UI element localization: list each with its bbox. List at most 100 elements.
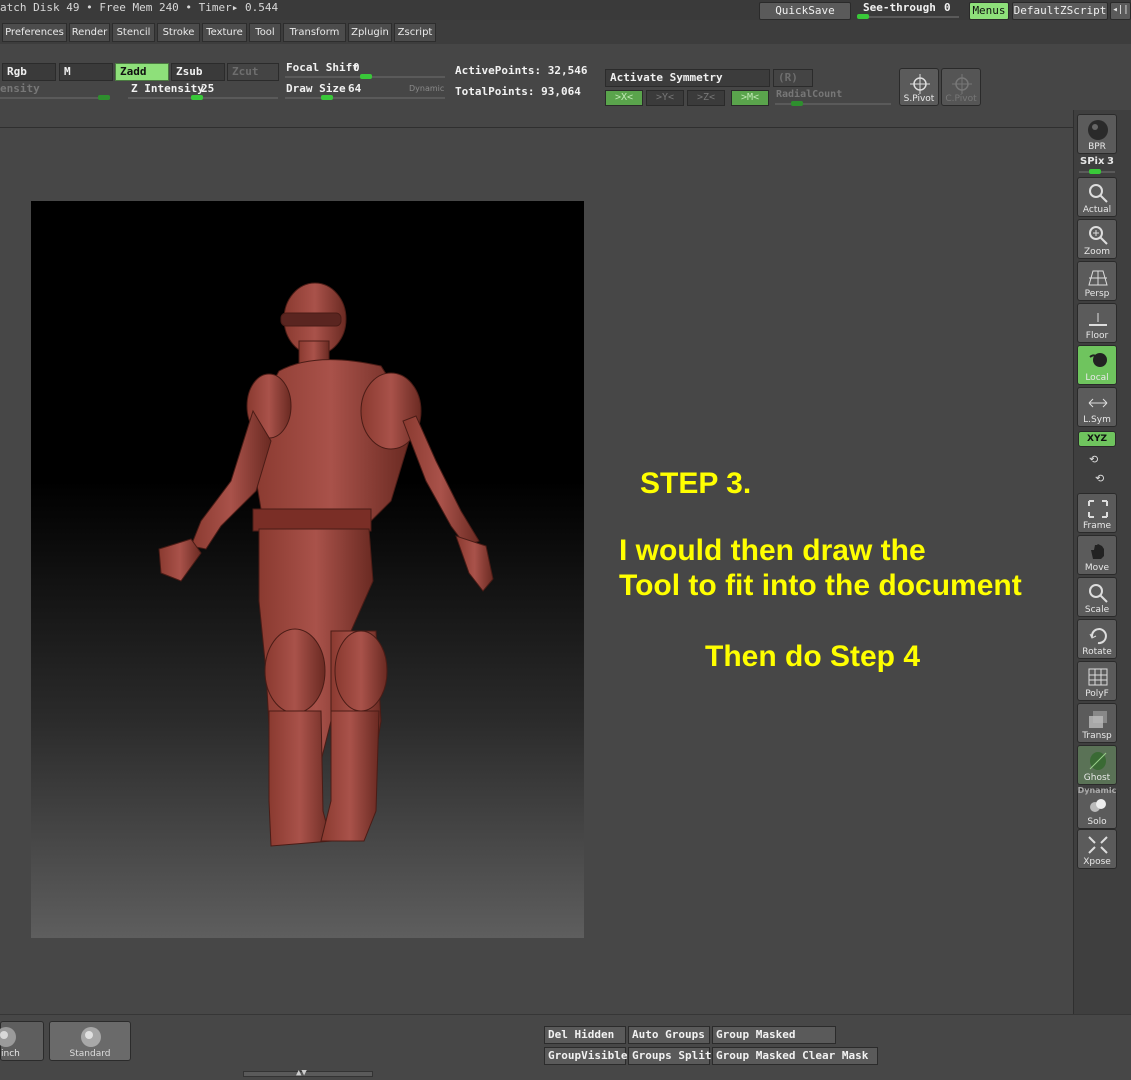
floor-button[interactable]: Floor [1077, 303, 1117, 343]
pinch-label: inch [1, 1049, 20, 1059]
menu-tool[interactable]: Tool [249, 23, 281, 42]
see-through-knob[interactable] [857, 14, 869, 19]
pinch-brush-slot[interactable]: inch [0, 1021, 44, 1061]
solo-icon [1090, 799, 1106, 812]
frame-button[interactable]: Frame [1077, 493, 1117, 533]
rgb-intensity-label: ensity [0, 82, 40, 95]
symmetry-y-button[interactable]: >Y< [646, 90, 684, 106]
activate-symmetry-button[interactable]: Activate Symmetry [605, 69, 770, 87]
menu-texture[interactable]: Texture [202, 23, 247, 42]
group-masked-clear-mask-button[interactable]: Group Masked Clear Mask [712, 1047, 878, 1065]
group-visible-button[interactable]: GroupVisible [544, 1047, 627, 1065]
del-hidden-button[interactable]: Del Hidden [544, 1026, 626, 1044]
see-through-slider[interactable]: See-through 0 [855, 1, 965, 20]
xyz-toggle[interactable]: XYZ [1078, 431, 1116, 447]
document-canvas[interactable] [31, 201, 584, 938]
spix-label: SPix [1080, 156, 1105, 167]
rotate-icon [1089, 628, 1107, 645]
zsub-button[interactable]: Zsub [171, 63, 225, 81]
spix-slider[interactable]: SPix 3 [1077, 156, 1117, 174]
focal-shift-label: Focal Shift [286, 61, 359, 74]
z-intensity-value: 25 [201, 82, 215, 95]
3d-character-model[interactable] [31, 201, 584, 938]
local-button[interactable]: Local [1077, 345, 1117, 385]
scale-button[interactable]: Scale [1077, 577, 1117, 617]
frame-icon [1088, 500, 1108, 518]
active-points-label: ActivePoints: [455, 64, 542, 77]
menu-zscript[interactable]: Zscript [394, 23, 436, 42]
rgb-intensity-knob[interactable] [98, 95, 110, 100]
radial-count-slider[interactable]: RadialCount [775, 88, 893, 106]
zadd-button[interactable]: Zadd [115, 63, 169, 81]
menu-transform[interactable]: Transform [283, 23, 346, 42]
rotate-button[interactable]: Rotate [1077, 619, 1117, 659]
symmetry-z-button[interactable]: >Z< [687, 90, 725, 106]
rgb-intensity-slider[interactable]: ensity [0, 82, 112, 100]
scale-label: Scale [1084, 605, 1110, 615]
dynamic-label[interactable]: Dynamic [409, 84, 444, 93]
standard-brush-slot[interactable]: Standard [49, 1021, 131, 1061]
bpr-button[interactable]: BPR [1077, 114, 1117, 154]
menu-zplugin[interactable]: Zplugin [348, 23, 392, 42]
rotate-y-axis-icon[interactable]: ⟲ [1089, 453, 1103, 467]
menu-stroke[interactable]: Stroke [157, 23, 200, 42]
draw-size-slider[interactable]: Draw Size 64 Dynamic [285, 82, 447, 100]
see-through-value: 0 [944, 1, 951, 14]
z-intensity-slider[interactable]: Z Intensity 25 [128, 82, 280, 100]
s-pivot-label: S.Pivot [903, 94, 935, 104]
draw-size-value: 64 [348, 82, 362, 95]
radial-count-knob[interactable] [791, 101, 803, 106]
transp-button[interactable]: Transp [1077, 703, 1117, 743]
symmetry-m-button[interactable]: >M< [731, 90, 769, 106]
rgb-button[interactable]: Rgb [2, 63, 56, 81]
bottom-tray-handle[interactable]: ▲▼ [243, 1068, 373, 1078]
m-button[interactable]: M [59, 63, 113, 81]
radial-r-button[interactable]: (R) [773, 69, 813, 87]
c-pivot-button[interactable]: C.Pivot [941, 68, 981, 106]
symmetry-x-button[interactable]: >X< [605, 90, 643, 106]
zoom-button[interactable]: Zoom [1077, 219, 1117, 259]
quicksave-button[interactable]: QuickSave [759, 2, 851, 20]
render-sphere-icon [1088, 120, 1108, 140]
persp-button[interactable]: Persp [1077, 261, 1117, 301]
group-masked-button[interactable]: Group Masked [712, 1026, 836, 1044]
rotate-z-axis-icon[interactable]: ⟲ [1095, 472, 1109, 486]
transparency-icon [1089, 711, 1107, 728]
menu-stencil[interactable]: Stencil [112, 23, 155, 42]
default-zscript-button[interactable]: DefaultZScript [1012, 2, 1108, 20]
actual-button[interactable]: Actual [1077, 177, 1117, 217]
zoom-label: Zoom [1084, 247, 1110, 257]
lsym-button[interactable]: L.Sym [1077, 387, 1117, 427]
expand-arrows-icon: ▲▼ [296, 1068, 307, 1078]
spix-value: 3 [1107, 156, 1114, 167]
focal-shift-slider[interactable]: Focal Shift 0 [285, 61, 447, 79]
solo-label: Solo [1087, 817, 1107, 827]
collapse-arrow-icon[interactable]: ◂|| [1110, 2, 1131, 20]
move-button[interactable]: Move [1077, 535, 1117, 575]
focal-shift-value: 0 [353, 61, 360, 74]
ghost-button[interactable]: Ghost [1077, 745, 1117, 785]
xpose-button[interactable]: Xpose [1077, 829, 1117, 869]
s-pivot-button[interactable]: S.Pivot [899, 68, 939, 106]
menu-preferences[interactable]: Preferences [2, 23, 67, 42]
floor-icon [1089, 313, 1107, 326]
total-points: TotalPoints: 93,064 [455, 85, 581, 98]
groups-split-button[interactable]: Groups Split [628, 1047, 711, 1065]
draw-size-knob[interactable] [321, 95, 333, 100]
radial-count-label: RadialCount [776, 89, 843, 100]
status-text: atch Disk 49 • Free Mem 240 • Timer▸ 0.5… [0, 1, 279, 14]
caption-line-2: Tool to fit into the document [619, 569, 1022, 602]
perspective-grid-icon [1088, 270, 1108, 286]
zcut-button[interactable]: Zcut [227, 63, 279, 81]
focal-shift-knob[interactable] [360, 74, 372, 79]
menu-render[interactable]: Render [69, 23, 110, 42]
solo-button[interactable]: Solo [1077, 789, 1117, 829]
lsym-label: L.Sym [1083, 415, 1111, 425]
spix-knob[interactable] [1089, 169, 1101, 174]
polyf-button[interactable]: PolyF [1077, 661, 1117, 701]
xpose-label: Xpose [1083, 857, 1111, 867]
menus-button[interactable]: Menus [969, 2, 1009, 20]
total-points-value: 93,064 [541, 85, 581, 98]
auto-groups-button[interactable]: Auto Groups [628, 1026, 710, 1044]
z-intensity-knob[interactable] [191, 95, 203, 100]
